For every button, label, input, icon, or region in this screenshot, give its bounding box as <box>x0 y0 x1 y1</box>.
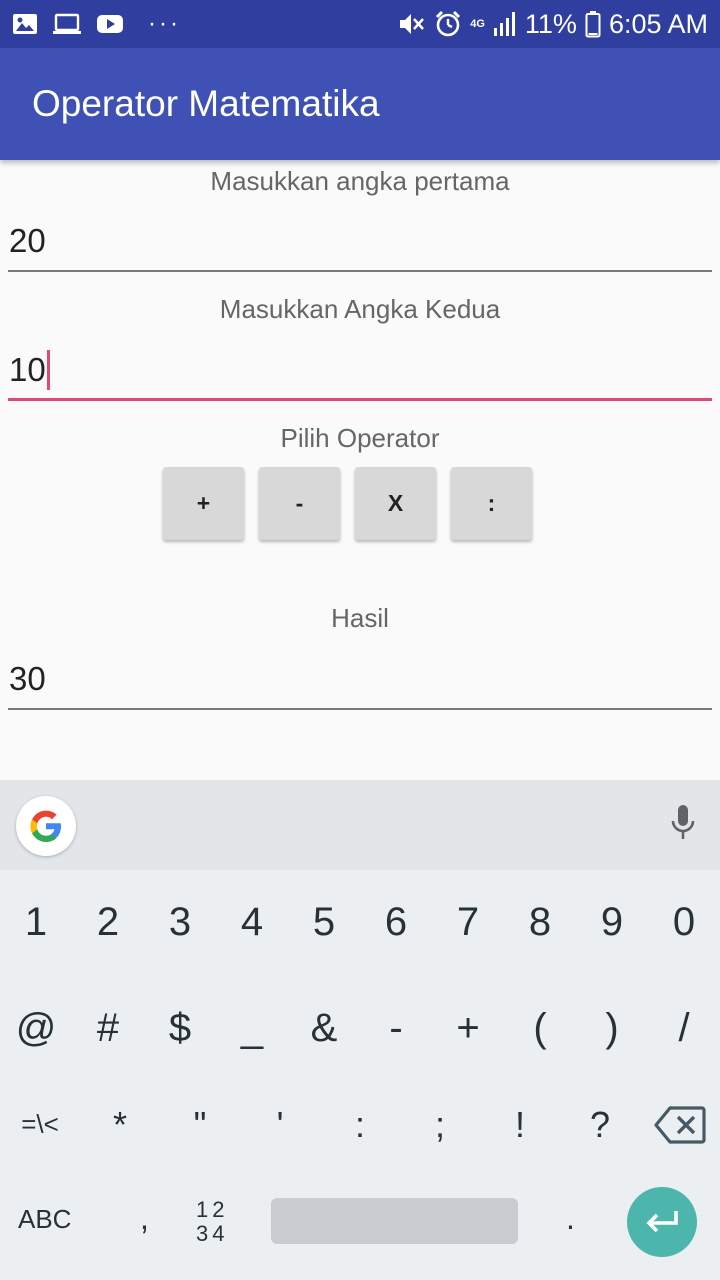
second-number-label: Masukkan Angka Kedua <box>219 294 501 324</box>
alarm-icon <box>434 10 462 38</box>
add-button[interactable]: + <box>163 467 244 540</box>
laptop-icon <box>52 13 82 35</box>
space-key[interactable] <box>271 1198 518 1244</box>
key[interactable]: & <box>288 1006 360 1051</box>
key[interactable]: 3 <box>144 900 216 945</box>
key[interactable]: @ <box>0 1006 72 1051</box>
more-icon: ··· <box>148 10 181 37</box>
clock: 6:05 AM <box>608 8 708 39</box>
keyboard-row-symbols: @ # $ _ & - + ( ) / <box>0 1006 720 1051</box>
operator-buttons: + - X : <box>163 467 532 540</box>
numpad-key-line1: 12 <box>196 1197 229 1222</box>
key[interactable]: : <box>320 1104 400 1146</box>
key[interactable]: 6 <box>360 900 432 945</box>
numpad-key[interactable]: 12 34 <box>196 1198 228 1246</box>
key[interactable]: 0 <box>648 900 720 945</box>
keyboard-row-more-symbols: =\< * " ' : ; ! ? <box>0 1104 720 1146</box>
key[interactable]: ) <box>576 1006 648 1051</box>
key[interactable]: 7 <box>432 900 504 945</box>
mute-icon <box>398 11 426 37</box>
status-bar: ··· 4G 11% 6:05 AM <box>0 0 720 48</box>
battery-percent: 11% <box>524 8 577 39</box>
key[interactable]: # <box>72 1006 144 1051</box>
more-symbols-key[interactable]: =\< <box>0 1104 80 1146</box>
comma-key[interactable]: , <box>140 1200 149 1237</box>
network-type-label: 4G <box>470 17 485 30</box>
key[interactable]: ? <box>560 1104 640 1146</box>
key[interactable]: - <box>360 1006 432 1051</box>
backspace-icon[interactable] <box>640 1104 720 1146</box>
key[interactable]: _ <box>216 1006 288 1051</box>
key[interactable]: 2 <box>72 900 144 945</box>
signal-icon <box>493 11 517 37</box>
result-field[interactable]: 30 <box>8 650 712 710</box>
key[interactable]: ; <box>400 1104 480 1146</box>
gallery-icon <box>12 12 38 36</box>
symbol-keyboard: 1 2 3 4 5 6 7 8 9 0 @ # $ _ & - + ( ) / … <box>0 870 720 1280</box>
result-value: 30 <box>9 660 46 697</box>
key[interactable]: 8 <box>504 900 576 945</box>
key[interactable]: * <box>80 1104 160 1146</box>
key[interactable]: ' <box>240 1104 320 1146</box>
key[interactable]: 5 <box>288 900 360 945</box>
second-number-field[interactable]: 10 <box>8 341 712 401</box>
keyboard-row-numbers: 1 2 3 4 5 6 7 8 9 0 <box>0 900 720 945</box>
google-icon[interactable] <box>16 796 76 856</box>
battery-icon <box>585 10 601 38</box>
second-number-value: 10 <box>9 350 46 388</box>
key[interactable]: ! <box>480 1104 560 1146</box>
period-key[interactable]: . <box>566 1200 575 1237</box>
first-number-label: Masukkan angka pertama <box>210 166 510 196</box>
key[interactable]: 9 <box>576 900 648 945</box>
key[interactable]: / <box>648 1006 720 1051</box>
first-number-field[interactable]: 20 <box>8 212 712 272</box>
divide-button[interactable]: : <box>451 467 532 540</box>
key[interactable]: 4 <box>216 900 288 945</box>
app-bar: Operator Matematika <box>0 48 720 160</box>
subtract-button[interactable]: - <box>259 467 340 540</box>
key[interactable]: " <box>160 1104 240 1146</box>
text-cursor <box>46 349 50 390</box>
key[interactable]: $ <box>144 1006 216 1051</box>
youtube-icon <box>96 13 124 35</box>
abc-key[interactable]: ABC <box>18 1204 71 1235</box>
first-number-value: 20 <box>9 222 46 259</box>
keyboard-toolbar <box>0 780 720 870</box>
app-title: Operator Matematika <box>32 83 380 124</box>
result-label: Hasil <box>331 603 389 633</box>
enter-key[interactable] <box>627 1187 697 1257</box>
multiply-button[interactable]: X <box>355 467 436 540</box>
key[interactable]: 1 <box>0 900 72 945</box>
key[interactable]: ( <box>504 1006 576 1051</box>
numpad-key-line2: 34 <box>196 1221 229 1246</box>
key[interactable]: + <box>432 1006 504 1051</box>
enter-icon <box>646 1211 678 1233</box>
microphone-icon[interactable] <box>670 804 696 847</box>
operator-label: Pilih Operator <box>280 423 440 453</box>
